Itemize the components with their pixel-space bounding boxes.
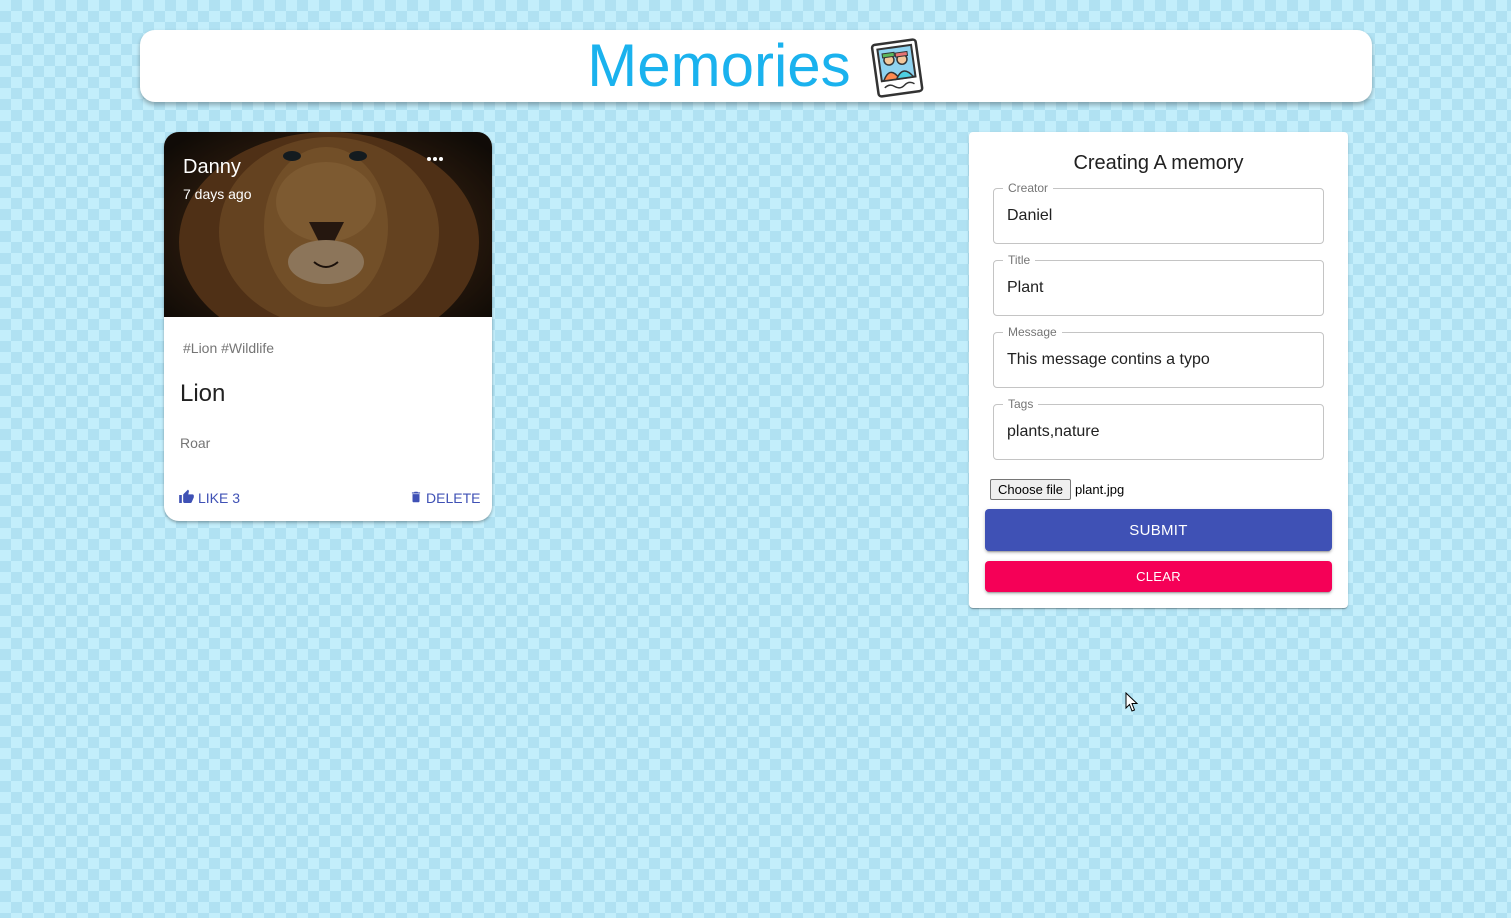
- file-name: plant.jpg: [1075, 481, 1125, 497]
- delete-button[interactable]: DELETE: [409, 487, 480, 509]
- like-button[interactable]: LIKE 3: [178, 487, 240, 509]
- memory-card: Danny 7 days ago #Lion #Wildlife Lion Ro…: [164, 132, 492, 521]
- post-time: 7 days ago: [183, 186, 252, 202]
- app-bar: Memories: [140, 30, 1372, 102]
- message-input[interactable]: [1007, 351, 1307, 369]
- title-input[interactable]: [1007, 279, 1307, 297]
- choose-file-button[interactable]: Choose file: [990, 478, 1072, 500]
- creator-field[interactable]: Creator: [993, 181, 1324, 244]
- title-label: Title: [1003, 253, 1036, 267]
- more-horizontal-icon[interactable]: [426, 156, 454, 180]
- post-message: Roar: [180, 435, 211, 451]
- file-picker: Choose file plant.jpg: [990, 478, 1124, 500]
- title-field[interactable]: Title: [993, 253, 1324, 316]
- clear-button[interactable]: CLEAR: [985, 561, 1332, 592]
- submit-button[interactable]: SUBMIT: [985, 509, 1332, 551]
- thumb-up-icon: [178, 489, 198, 508]
- mouse-cursor-icon: [1125, 691, 1139, 718]
- tags-field[interactable]: Tags: [993, 397, 1324, 460]
- post-title: Lion: [180, 380, 226, 407]
- app-title: Memories: [587, 32, 851, 99]
- form-heading: Creating A memory: [1073, 152, 1244, 174]
- post-tags: #Lion #Wildlife: [183, 340, 275, 356]
- like-label: LIKE 3: [198, 490, 241, 506]
- post-creator: Danny: [183, 156, 241, 178]
- delete-icon: [409, 489, 426, 508]
- creator-input[interactable]: [1007, 207, 1307, 225]
- message-label: Message: [1003, 325, 1062, 339]
- memories-logo-icon: [869, 36, 925, 98]
- creator-label: Creator: [1003, 181, 1054, 195]
- message-field[interactable]: Message: [993, 325, 1324, 388]
- lion-image: Danny 7 days ago: [164, 132, 492, 317]
- tags-input[interactable]: [1007, 423, 1307, 441]
- memory-form: Creating A memory Creator Title Message …: [969, 132, 1348, 608]
- delete-label: DELETE: [426, 490, 481, 506]
- tags-label: Tags: [1003, 397, 1039, 411]
